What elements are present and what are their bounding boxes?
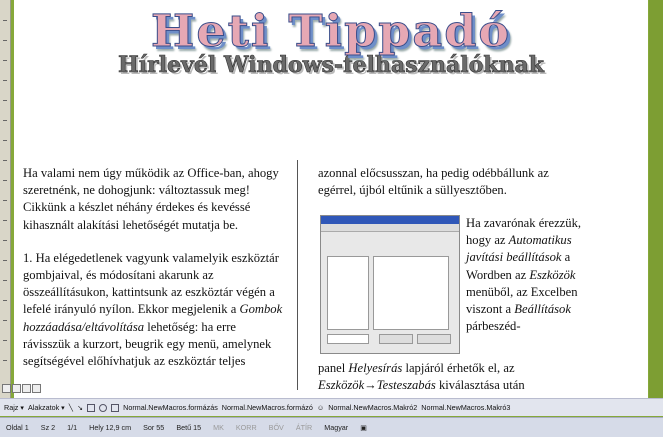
macro-button-4[interactable]: Normal.NewMacros.Makró3 xyxy=(421,403,510,412)
arrow-tool-icon[interactable]: ↘ xyxy=(77,403,83,412)
intro-paragraph: Ha valami nem úgy működik az Office-ban,… xyxy=(23,166,279,232)
status-line: Sor 55 xyxy=(143,423,165,432)
status-mode-korr[interactable]: KORR xyxy=(236,423,257,432)
dialog-list-left xyxy=(327,256,369,330)
draw-label: Rajz xyxy=(4,403,19,412)
status-mode-atir[interactable]: ÁTÍR xyxy=(296,423,312,432)
newsletter-header: Heti Tippadó Hírlevél Windows-felhasznál… xyxy=(14,4,648,78)
status-column: Betű 15 xyxy=(176,423,202,432)
status-page: Oldal 1 xyxy=(6,423,29,432)
oval-tool-icon[interactable] xyxy=(99,403,108,412)
view-buttons xyxy=(2,384,41,393)
dialog-tabs xyxy=(321,224,459,232)
dialog-titlebar xyxy=(321,216,459,224)
spellcheck-icon[interactable]: ▣ xyxy=(360,423,367,432)
draw-menu[interactable]: Rajz ▾ xyxy=(4,403,24,412)
status-bar: Oldal 1 Sz 2 1/1 Hely 12,9 cm Sor 55 Bet… xyxy=(0,417,663,437)
status-mode-mk[interactable]: MK xyxy=(213,423,224,432)
status-language: Magyar xyxy=(324,423,349,432)
newsletter-title: Heti Tippadó xyxy=(150,5,512,57)
dialog-screenshot-image xyxy=(320,215,460,354)
text-column-right-top: azonnal előcsusszan, ha pedig odébbállun… xyxy=(318,166,549,198)
status-pages: 1/1 xyxy=(67,423,78,432)
paragraph-text: párbeszéd- xyxy=(466,319,521,334)
web-view-button[interactable] xyxy=(12,384,21,393)
smiley-icon: ☺ xyxy=(316,403,325,412)
dialog-list-right xyxy=(373,256,449,330)
rectangle-tool-icon[interactable] xyxy=(87,403,96,412)
text-column-right-bottom: panel Helyesírás lapjáról érhetők el, az… xyxy=(318,360,580,394)
paragraph-emphasis: Beállítások xyxy=(514,302,571,317)
text-column-left: Ha valami nem úgy működik az Office-ban,… xyxy=(23,165,285,386)
status-section: Sz 2 xyxy=(40,423,56,432)
shapes-menu[interactable]: Alakzatok ▾ xyxy=(28,403,65,412)
paragraph-text: lapjáról érhetők el, az xyxy=(402,361,515,375)
normal-view-button[interactable] xyxy=(2,384,11,393)
dialog-select xyxy=(327,334,369,344)
drawing-toolbar: Rajz ▾ Alakzatok ▾ ╲ ↘ Normal.NewMacros.fo… xyxy=(0,398,663,416)
macro-button-2[interactable]: Normal.NewMacros.formázó xyxy=(222,403,313,412)
macro-button-3[interactable]: Normal.NewMacros.Makró2 xyxy=(328,403,417,412)
paragraph-text: panel xyxy=(318,361,349,375)
paragraph-emphasis: Eszközök xyxy=(529,267,576,282)
paragraph-emphasis: Eszközök→Testeszabás xyxy=(318,378,436,393)
dialog-button xyxy=(417,334,451,344)
print-view-button[interactable] xyxy=(22,384,31,393)
status-mode-bov[interactable]: BŐV xyxy=(269,423,284,432)
paragraph-text: kiválasztása után xyxy=(435,378,525,393)
column-divider xyxy=(297,160,298,390)
shapes-label: Alakzatok xyxy=(28,403,60,412)
paragraph-emphasis: Helyesírás xyxy=(348,361,403,375)
text-column-right-side: Ha zavarónak érezzük, hogy az Automatiku… xyxy=(466,215,586,335)
line-tool-icon[interactable]: ╲ xyxy=(69,403,73,412)
outline-view-button[interactable] xyxy=(32,384,41,393)
macro-button-1[interactable]: Normal.NewMacros.formázás xyxy=(123,403,218,412)
tip-paragraph-1: 1. Ha elégedetlenek vagyunk valamelyik e… xyxy=(23,250,285,370)
textbox-tool-icon[interactable] xyxy=(111,403,120,412)
status-position: Hely 12,9 cm xyxy=(89,423,132,432)
vertical-scrollbar[interactable] xyxy=(649,0,663,398)
dialog-button xyxy=(379,334,413,344)
vertical-ruler xyxy=(0,0,11,398)
